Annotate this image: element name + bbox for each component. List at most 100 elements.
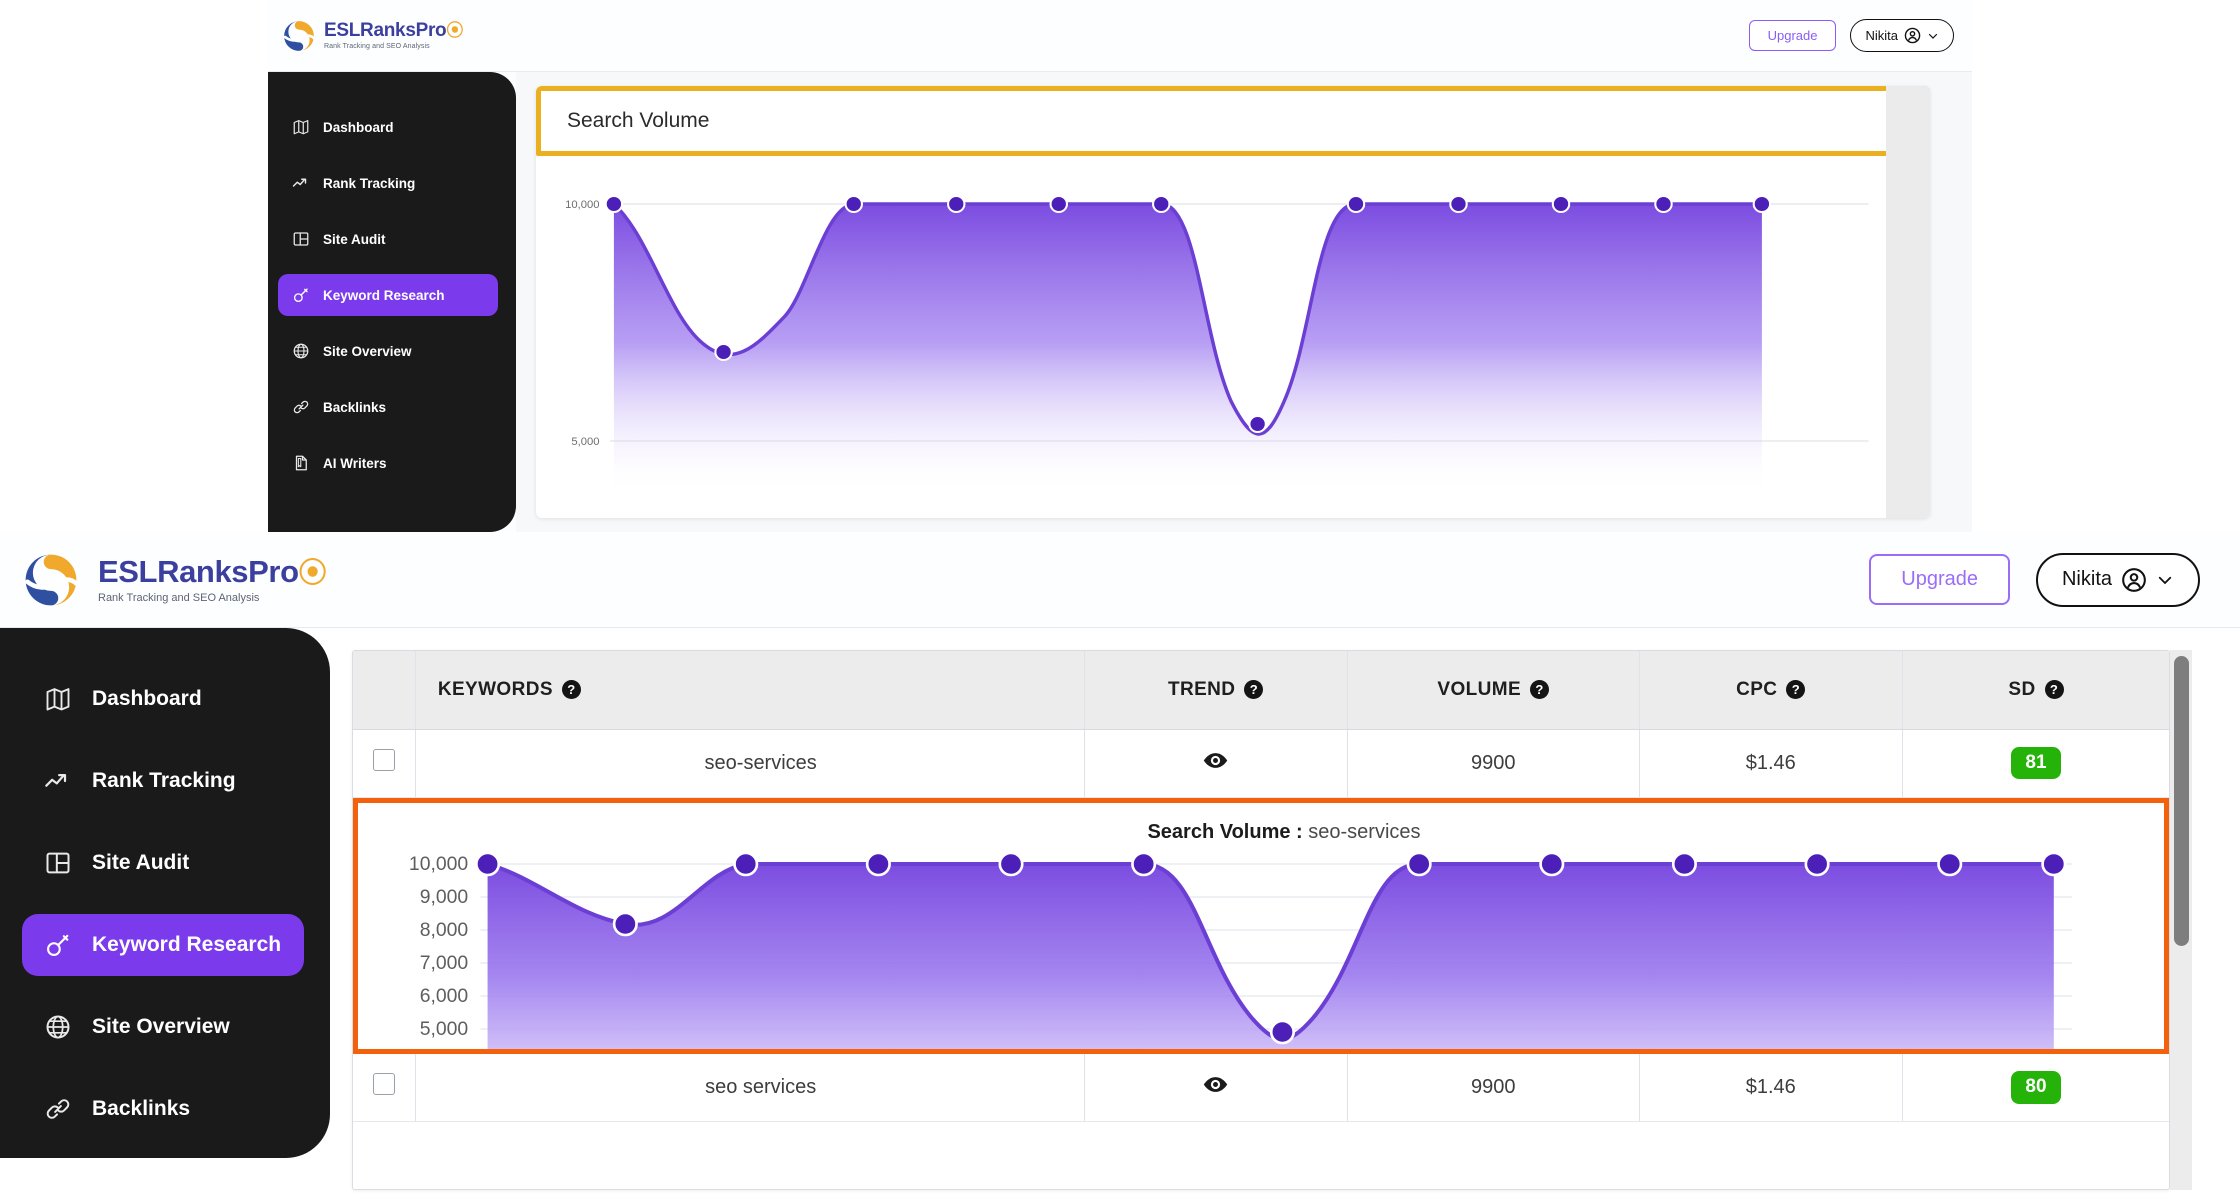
sidebar-item-label: Dashboard	[323, 119, 394, 135]
brand-accent-dot: ⦿	[446, 21, 464, 40]
sidebar-item-label: Site Audit	[323, 231, 386, 247]
column-header-cpc[interactable]: CPC ?	[1639, 651, 1903, 730]
top-app-header: ESLRanksPro⦿ Rank Tracking and SEO Analy…	[268, 0, 1972, 72]
row-checkbox[interactable]	[372, 749, 395, 771]
table-row[interactable]: seo-services 9900 $1.46 81	[353, 729, 2169, 798]
sidebar-item-site-overview[interactable]: Site Overview	[278, 330, 498, 372]
map-icon	[46, 688, 70, 711]
top-scroll-gutter[interactable]	[1886, 86, 1930, 518]
table-header-row: KEYWORDS ? TREND ? VOLUME ? CPC ? SD ?	[353, 651, 2169, 730]
sidebar-item-backlinks[interactable]: Backlinks	[278, 386, 498, 428]
brand-name: ESLRanksPro⦿	[324, 20, 464, 41]
table-vertical-scrollbar[interactable]	[2170, 650, 2192, 1190]
main-content: KEYWORDS ? TREND ? VOLUME ? CPC ? SD ? s…	[330, 628, 2240, 1194]
row-checkbox[interactable]	[372, 1073, 395, 1096]
globe-icon	[293, 343, 309, 359]
sidebar-item-dashboard[interactable]: Dashboard	[278, 106, 498, 148]
sidebar-item-site-audit[interactable]: Site Audit	[22, 832, 304, 894]
trend-cell	[1084, 729, 1348, 798]
search-volume-expanded-highlight: Search Volume : seo-services 10,000 9,00…	[353, 797, 2169, 1054]
sidebar-item-label: Rank Tracking	[92, 769, 236, 792]
column-header-sd[interactable]: SD ?	[1902, 651, 2169, 730]
sidebar-item-keyword-research[interactable]: Keyword Research	[22, 914, 304, 976]
link-icon	[293, 400, 309, 414]
top-preview-section: ESLRanksPro⦿ Rank Tracking and SEO Analy…	[0, 0, 2240, 532]
area-fill-top	[613, 204, 1762, 496]
keywords-table: KEYWORDS ? TREND ? VOLUME ? CPC ? SD ? s…	[353, 651, 2169, 1122]
key-icon	[293, 288, 308, 303]
sidebar-item-label: Backlinks	[323, 399, 387, 415]
y-axis-tick-6000: 6,000	[420, 986, 468, 1007]
column-label: SD	[2008, 678, 2036, 700]
sidebar-item-dashboard[interactable]: Dashboard	[22, 668, 304, 730]
row-checkbox-cell	[353, 729, 416, 798]
help-icon[interactable]: ?	[1530, 680, 1550, 700]
sidebar-item-site-overview[interactable]: Site Overview	[22, 996, 304, 1058]
help-icon[interactable]: ?	[2044, 680, 2064, 700]
sidebar-item-rank-tracking[interactable]: Rank Tracking	[22, 750, 304, 812]
trend-up-icon	[292, 178, 307, 187]
sidebar-item-ai-writers[interactable]: AI Writers	[278, 442, 498, 484]
user-menu-button[interactable]: Nikita	[2035, 552, 2200, 607]
table-row[interactable]: seo services 9900 $1.46 80	[353, 1053, 2169, 1122]
table-body: seo-services 9900 $1.46 81 Search Volume…	[353, 729, 2169, 1122]
user-menu-button[interactable]: Nikita	[1850, 19, 1954, 52]
user-name-label: Nikita	[2061, 568, 2112, 590]
column-header-trend[interactable]: TREND ?	[1084, 651, 1348, 730]
account-circle-icon	[1904, 27, 1921, 44]
area-fill-expanded	[487, 863, 2054, 1049]
sd-cell: 80	[1902, 1053, 2169, 1122]
trend-cell	[1084, 1053, 1348, 1122]
sidebar-item-backlinks[interactable]: Backlinks	[22, 1078, 304, 1140]
column-header-keywords[interactable]: KEYWORDS ?	[415, 651, 1085, 730]
layout-icon	[46, 852, 70, 874]
sidebar-item-label: Dashboard	[92, 687, 202, 710]
sidebar-item-label: Rank Tracking	[323, 175, 416, 191]
help-icon[interactable]: ?	[1244, 680, 1264, 700]
volume-cell: 9900	[1347, 1053, 1640, 1122]
brand-logo[interactable]: ESLRanksPro⦿ Rank Tracking and SEO Analy…	[282, 19, 463, 53]
help-icon[interactable]: ?	[1786, 680, 1806, 700]
brand-name: ESLRanksPro⦿	[98, 553, 327, 589]
search-volume-chart-expanded: 10,000 9,000 8,000 7,000 6,000 5,000	[358, 850, 2164, 1049]
upgrade-button[interactable]: Upgrade	[1869, 554, 2010, 605]
scrollbar-thumb[interactable]	[2174, 656, 2189, 946]
column-label: TREND	[1167, 678, 1236, 700]
brand-logo[interactable]: ESLRanksPro⦿ Rank Tracking and SEO Analy…	[22, 551, 327, 609]
sd-cell: 81	[1902, 729, 2169, 798]
upgrade-button[interactable]: Upgrade	[1748, 20, 1837, 51]
expanded-title-prefix: Search Volume :	[1147, 820, 1303, 843]
brand-accent-dot: ⦿	[298, 556, 327, 588]
sidebar-item-label: Keyword Research	[323, 287, 445, 303]
expanded-chart-cell: Search Volume : seo-services 10,000 9,00…	[353, 797, 2169, 1054]
chevron-down-icon	[1928, 33, 1938, 39]
brand-tagline: Rank Tracking and SEO Analysis	[98, 591, 260, 604]
eye-icon[interactable]	[1202, 747, 1229, 780]
account-circle-icon	[2122, 567, 2146, 592]
sidebar-item-rank-tracking[interactable]: Rank Tracking	[278, 162, 498, 204]
column-header-volume[interactable]: VOLUME ?	[1347, 651, 1640, 730]
column-label: KEYWORDS	[437, 678, 553, 700]
keyword-cell: seo services	[415, 1053, 1085, 1122]
help-icon[interactable]: ?	[561, 680, 581, 700]
app-screenshot: ESLRanksPro⦿ Rank Tracking and SEO Analy…	[0, 0, 2240, 1194]
volume-cell: 9900	[1347, 729, 1640, 798]
eye-icon[interactable]	[1202, 1071, 1229, 1104]
sidebar-item-site-audit[interactable]: Site Audit	[278, 218, 498, 260]
keyword-cell: seo-services	[415, 729, 1085, 798]
user-name-label: Nikita	[1865, 28, 1898, 43]
top-app-body: Dashboard Rank Tracking Site Audit Keywo…	[268, 72, 1972, 532]
map-icon	[293, 120, 309, 135]
y-axis-tick-8000: 8,000	[420, 920, 468, 941]
globe-icon	[46, 1015, 70, 1039]
sidebar-nav: Dashboard Rank Tracking Site Audit Keywo…	[0, 628, 330, 1158]
expanded-chart-title: Search Volume : seo-services	[358, 821, 2164, 844]
chevron-down-icon	[2158, 576, 2172, 584]
row-checkbox-cell	[353, 1053, 416, 1122]
top-sidebar-nav: Dashboard Rank Tracking Site Audit Keywo…	[268, 72, 516, 532]
layout-icon	[293, 232, 309, 246]
y-axis-tick-5000: 5,000	[420, 1019, 468, 1040]
trend-up-icon	[45, 774, 67, 787]
sidebar-item-keyword-research[interactable]: Keyword Research	[278, 274, 498, 316]
sidebar-item-label: Site Overview	[323, 343, 412, 359]
